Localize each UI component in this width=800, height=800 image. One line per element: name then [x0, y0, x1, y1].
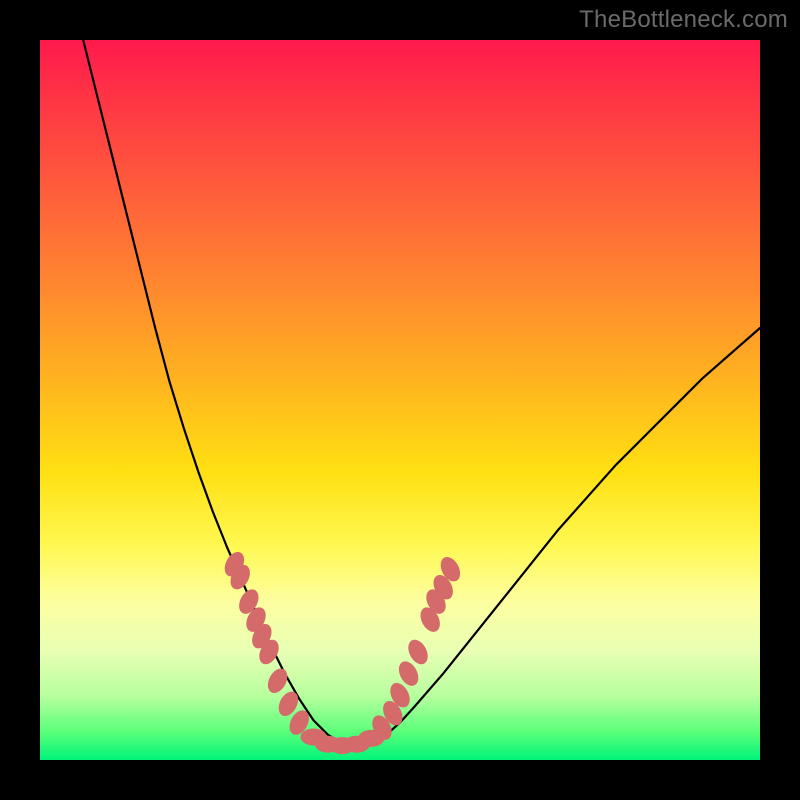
chart-svg: [40, 40, 760, 760]
marker-group: [221, 549, 464, 754]
plot-area: [40, 40, 760, 760]
bottleneck-curve: [83, 40, 760, 746]
curve-marker: [264, 665, 291, 696]
chart-frame: TheBottleneck.com: [0, 0, 800, 800]
curve-group: [83, 40, 760, 746]
watermark-text: TheBottleneck.com: [579, 6, 788, 34]
